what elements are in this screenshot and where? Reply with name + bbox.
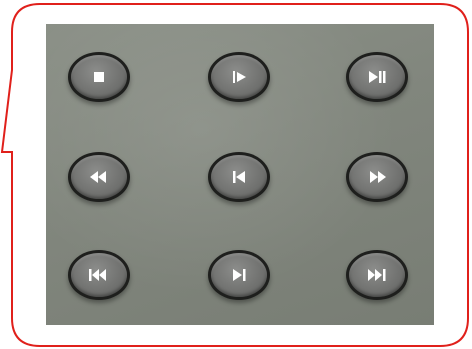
step-forward-icon [227, 266, 251, 284]
play-icon [227, 68, 251, 86]
skip-next-icon [365, 266, 389, 284]
fast-forward-icon [365, 168, 389, 186]
step-forward-button[interactable] [208, 250, 270, 300]
play-pause-icon [365, 68, 389, 86]
skip-previous-icon [87, 266, 111, 284]
stop-icon [87, 68, 111, 86]
stop-button[interactable] [68, 52, 130, 102]
skip-previous-button[interactable] [68, 250, 130, 300]
play-pause-button[interactable] [346, 52, 408, 102]
step-back-icon [227, 168, 251, 186]
skip-next-button[interactable] [346, 250, 408, 300]
button-panel [46, 24, 434, 325]
fast-forward-button[interactable] [346, 152, 408, 202]
media-remote-callout [0, 0, 472, 349]
play-button[interactable] [208, 52, 270, 102]
step-back-button[interactable] [208, 152, 270, 202]
rewind-icon [87, 168, 111, 186]
rewind-button[interactable] [68, 152, 130, 202]
